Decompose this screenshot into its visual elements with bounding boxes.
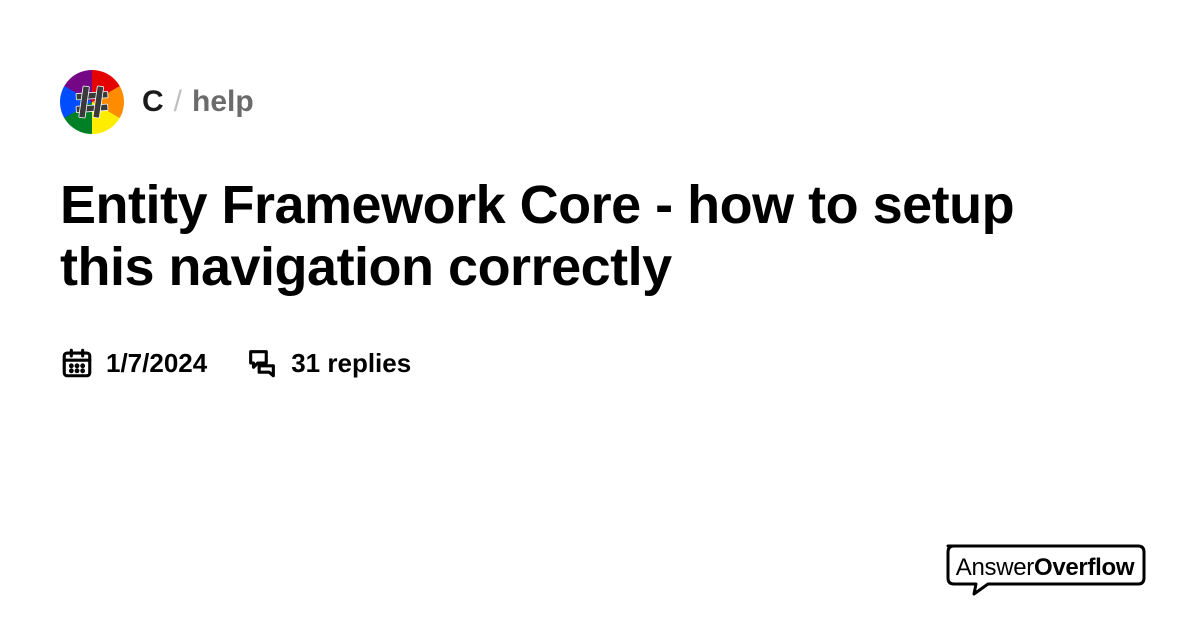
logo-text: AnswerOverflow <box>956 554 1135 582</box>
calendar-icon <box>60 346 94 380</box>
thread-title: Entity Framework Core - how to setup thi… <box>60 174 1120 298</box>
replies-text: 31 replies <box>291 348 411 379</box>
meta-date: 1/7/2024 <box>60 346 207 380</box>
community-avatar <box>60 70 124 134</box>
header-row: C / help <box>60 70 1140 134</box>
meta-row: 1/7/2024 31 replies <box>60 346 1140 380</box>
breadcrumb-channel: help <box>192 85 254 119</box>
replies-icon <box>245 346 279 380</box>
meta-replies: 31 replies <box>245 346 411 380</box>
breadcrumb-separator: / <box>174 85 182 119</box>
breadcrumb-community: C <box>142 85 164 119</box>
breadcrumb: C / help <box>142 85 254 119</box>
answer-overflow-logo: AnswerOverflow <box>940 540 1150 596</box>
hash-icon <box>73 83 111 121</box>
date-text: 1/7/2024 <box>106 348 207 379</box>
